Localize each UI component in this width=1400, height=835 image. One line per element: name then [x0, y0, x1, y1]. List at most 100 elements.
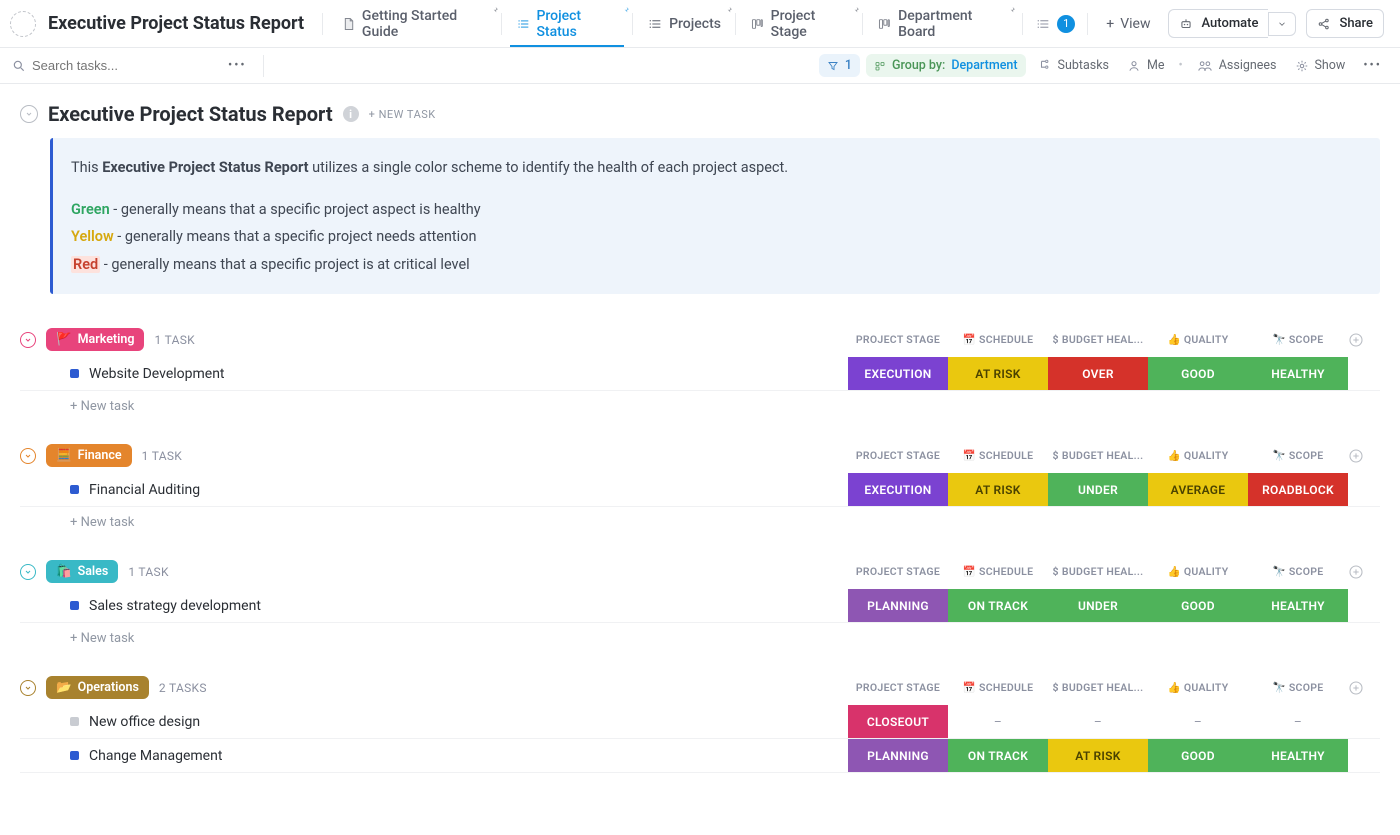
- task-name: Website Development: [89, 366, 225, 382]
- add-view-button[interactable]: + View: [1092, 16, 1164, 32]
- automate-button[interactable]: Automate: [1168, 9, 1296, 38]
- task-open[interactable]: Website Development: [20, 357, 848, 390]
- col-schedule[interactable]: 📅 SCHEDULE: [948, 565, 1048, 578]
- status-cell[interactable]: AT RISK: [1048, 739, 1148, 772]
- add-column[interactable]: [1348, 332, 1380, 348]
- status-cell[interactable]: AT RISK: [948, 473, 1048, 506]
- me-filter[interactable]: Me: [1121, 58, 1171, 73]
- task-open[interactable]: New office design: [20, 705, 848, 738]
- status-cell[interactable]: AVERAGE: [1148, 473, 1248, 506]
- new-task-button[interactable]: + New task: [20, 623, 1380, 648]
- task-open[interactable]: Financial Auditing: [20, 473, 848, 506]
- status-cell[interactable]: GOOD: [1148, 589, 1248, 622]
- add-column[interactable]: [1348, 564, 1380, 580]
- status-cell[interactable]: EXECUTION: [848, 357, 948, 390]
- col-budget[interactable]: $ BUDGET HEAL...: [1048, 681, 1148, 694]
- col-quality[interactable]: 👍 QUALITY: [1148, 333, 1248, 346]
- new-task-header[interactable]: + NEW TASK: [369, 108, 436, 121]
- group-by-chip[interactable]: Group by: Department: [866, 54, 1026, 77]
- status-cell[interactable]: HEALTHY: [1248, 739, 1348, 772]
- group-pill-sales[interactable]: 🛍️Sales: [46, 560, 118, 583]
- subtasks-toggle[interactable]: Subtasks: [1032, 58, 1115, 73]
- col-quality[interactable]: 👍 QUALITY: [1148, 449, 1248, 462]
- status-cell[interactable]: UNDER: [1048, 589, 1148, 622]
- group-collapse[interactable]: [20, 332, 36, 348]
- toolbar-overflow[interactable]: •••: [1357, 58, 1388, 73]
- group-pill-marketing[interactable]: 🚩Marketing: [46, 328, 144, 351]
- col-stage[interactable]: PROJECT STAGE: [848, 565, 948, 578]
- status-cell[interactable]: –: [1148, 705, 1248, 738]
- status-square-icon[interactable]: [70, 751, 79, 760]
- search-box[interactable]: [12, 58, 212, 73]
- tab-getting-started-guide[interactable]: Getting Started Guide: [327, 0, 501, 47]
- status-cell[interactable]: ROADBLOCK: [1248, 473, 1348, 506]
- col-quality[interactable]: 👍 QUALITY: [1148, 681, 1248, 694]
- group-pill-finance[interactable]: 🧮Finance: [46, 444, 132, 467]
- col-stage[interactable]: PROJECT STAGE: [848, 333, 948, 346]
- tab-department-board[interactable]: Department Board: [863, 0, 1018, 47]
- col-budget[interactable]: $ BUDGET HEAL...: [1048, 449, 1148, 462]
- new-task-button[interactable]: + New task: [20, 507, 1380, 532]
- automate-dropdown[interactable]: [1268, 12, 1296, 36]
- col-schedule[interactable]: 📅 SCHEDULE: [948, 681, 1048, 694]
- add-column[interactable]: [1348, 448, 1380, 464]
- col-scope[interactable]: 🔭 SCOPE: [1248, 681, 1348, 694]
- status-cell[interactable]: CLOSEOUT: [848, 705, 948, 738]
- task-row: Change Management PLANNINGON TRACKAT RIS…: [20, 739, 1380, 773]
- status-cell[interactable]: HEALTHY: [1248, 589, 1348, 622]
- toolbar-more[interactable]: •••: [222, 58, 253, 73]
- status-cell[interactable]: –: [1048, 705, 1148, 738]
- col-scope[interactable]: 🔭 SCOPE: [1248, 449, 1348, 462]
- task-open[interactable]: Change Management: [20, 739, 848, 772]
- status-square-icon[interactable]: [70, 717, 79, 726]
- status-cell[interactable]: GOOD: [1148, 739, 1248, 772]
- tab-overflow[interactable]: 1: [1027, 15, 1083, 33]
- list-toolbar: ••• 1 Group by: Department Subtasks Me •…: [0, 48, 1400, 84]
- col-stage[interactable]: PROJECT STAGE: [848, 681, 948, 694]
- status-cell[interactable]: ON TRACK: [948, 589, 1048, 622]
- col-schedule[interactable]: 📅 SCHEDULE: [948, 449, 1048, 462]
- status-cell[interactable]: AT RISK: [948, 357, 1048, 390]
- status-cell[interactable]: –: [948, 705, 1048, 738]
- col-schedule[interactable]: 📅 SCHEDULE: [948, 333, 1048, 346]
- group-pill-operations[interactable]: 📂Operations: [46, 676, 149, 699]
- status-cell[interactable]: GOOD: [1148, 357, 1248, 390]
- doc-title[interactable]: Executive Project Status Report: [48, 13, 304, 34]
- group-collapse[interactable]: [20, 448, 36, 464]
- tab-project-status[interactable]: Project Status: [502, 0, 633, 47]
- chevron-down-icon: [25, 110, 33, 118]
- assignees-filter[interactable]: Assignees: [1191, 58, 1283, 73]
- new-task-button[interactable]: + New task: [20, 391, 1380, 416]
- col-stage[interactable]: PROJECT STAGE: [848, 449, 948, 462]
- status-cell[interactable]: –: [1248, 705, 1348, 738]
- group-collapse[interactable]: [20, 564, 36, 580]
- top-tab-bar: Executive Project Status Report Getting …: [0, 0, 1400, 48]
- status-cell[interactable]: PLANNING: [848, 589, 948, 622]
- group-collapse[interactable]: [20, 680, 36, 696]
- status-square-icon[interactable]: [70, 601, 79, 610]
- status-square-icon[interactable]: [70, 485, 79, 494]
- status-cell[interactable]: ON TRACK: [948, 739, 1048, 772]
- filter-chip[interactable]: 1: [819, 54, 860, 77]
- col-budget[interactable]: $ BUDGET HEAL...: [1048, 333, 1148, 346]
- task-count: 1 TASK: [142, 449, 182, 463]
- status-cell[interactable]: EXECUTION: [848, 473, 948, 506]
- search-input[interactable]: [32, 58, 182, 73]
- col-budget[interactable]: $ BUDGET HEAL...: [1048, 565, 1148, 578]
- tab-projects[interactable]: Projects: [633, 0, 735, 47]
- status-cell[interactable]: UNDER: [1048, 473, 1148, 506]
- collapse-all[interactable]: [20, 105, 38, 123]
- status-cell[interactable]: OVER: [1048, 357, 1148, 390]
- tab-project-stage[interactable]: Project Stage: [736, 0, 863, 47]
- status-square-icon[interactable]: [70, 369, 79, 378]
- col-scope[interactable]: 🔭 SCOPE: [1248, 333, 1348, 346]
- status-cell[interactable]: PLANNING: [848, 739, 948, 772]
- info-icon[interactable]: i: [343, 106, 359, 122]
- col-scope[interactable]: 🔭 SCOPE: [1248, 565, 1348, 578]
- add-column[interactable]: [1348, 680, 1380, 696]
- status-cell[interactable]: HEALTHY: [1248, 357, 1348, 390]
- share-button[interactable]: Share: [1306, 9, 1384, 38]
- col-quality[interactable]: 👍 QUALITY: [1148, 565, 1248, 578]
- show-settings[interactable]: Show: [1289, 58, 1352, 73]
- task-open[interactable]: Sales strategy development: [20, 589, 848, 622]
